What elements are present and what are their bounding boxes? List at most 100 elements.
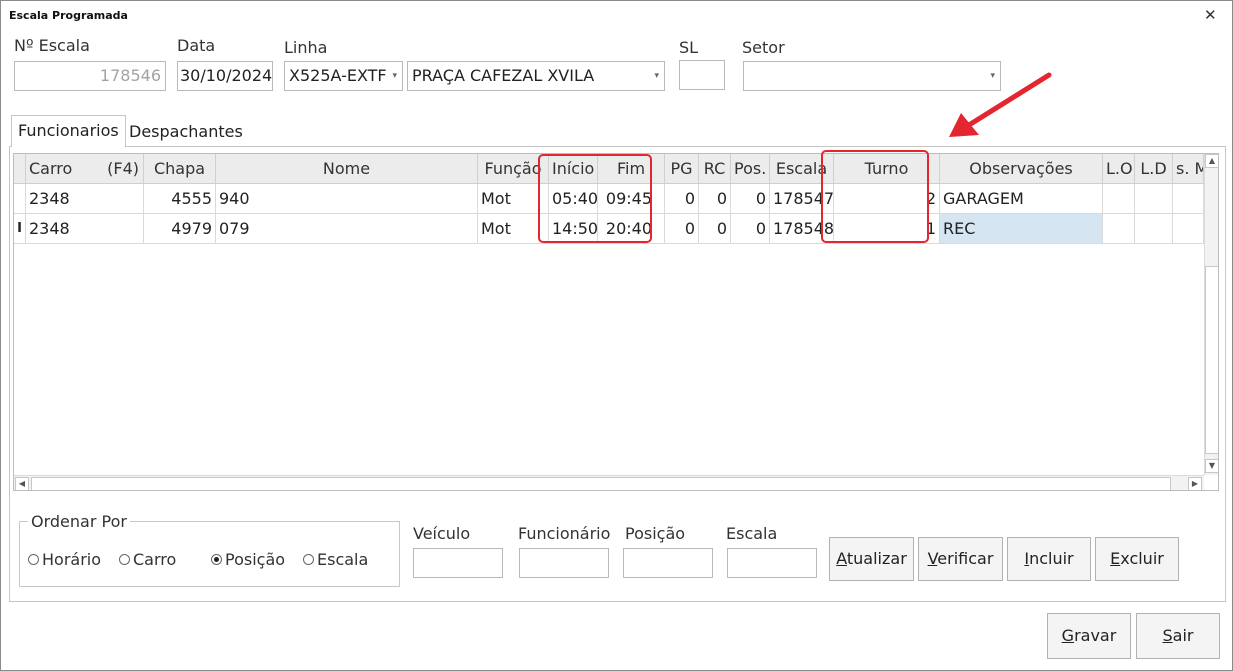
column-header-funcao[interactable]: Função xyxy=(478,154,549,184)
radio-escala[interactable]: Escala xyxy=(303,550,368,569)
cell-pg[interactable]: 0 xyxy=(665,184,699,214)
row-indicator[interactable]: I xyxy=(14,214,26,244)
cell-fim[interactable]: 09:45 xyxy=(598,184,665,214)
row-indicator-header xyxy=(14,154,26,184)
column-header-fim[interactable]: Fim xyxy=(598,154,665,184)
sl-field[interactable] xyxy=(679,60,725,90)
radio-horario[interactable]: Horário xyxy=(28,550,101,569)
scroll-left-icon[interactable]: ◀ xyxy=(15,477,29,490)
atualizar-button[interactable]: Atualizar xyxy=(829,537,914,581)
column-header-nome[interactable]: Nome xyxy=(216,154,478,184)
column-header-pg[interactable]: PG xyxy=(665,154,699,184)
cell-funcao[interactable]: Mot xyxy=(478,214,549,244)
sair-button[interactable]: Sair xyxy=(1136,613,1220,659)
cell-ld[interactable] xyxy=(1135,184,1173,214)
column-header-observacoes[interactable]: Observações xyxy=(940,154,1103,184)
radio-selected-icon xyxy=(211,554,222,565)
cell-fim[interactable]: 20:40 xyxy=(598,214,665,244)
close-icon[interactable]: ✕ xyxy=(1204,6,1217,24)
cell-observacoes[interactable]: REC xyxy=(940,214,1103,244)
tab-funcionarios[interactable]: Funcionarios xyxy=(11,115,126,147)
red-arrow-icon xyxy=(949,72,1052,137)
setor-label: Setor xyxy=(742,38,785,57)
data-label: Data xyxy=(177,36,216,55)
column-header-inicio[interactable]: Início xyxy=(549,154,598,184)
gravar-button[interactable]: Gravar xyxy=(1047,613,1131,659)
column-header-rc[interactable]: RC xyxy=(699,154,731,184)
cell-pos[interactable]: 0 xyxy=(731,214,770,244)
cell-inicio[interactable]: 05:40 xyxy=(549,184,598,214)
cell-inicio[interactable]: 14:50 xyxy=(549,214,598,244)
f4-hint: (F4) xyxy=(107,159,139,178)
excluir-button[interactable]: Excluir xyxy=(1095,537,1179,581)
gravar-label: ravar xyxy=(1074,626,1117,645)
radio-carro-label: Carro xyxy=(133,550,177,569)
horizontal-scroll-thumb[interactable] xyxy=(31,477,1171,490)
window-title: Escala Programada xyxy=(9,9,128,22)
column-header-turno[interactable]: Turno xyxy=(834,154,940,184)
cell-rc[interactable]: 0 xyxy=(699,214,731,244)
chevron-down-icon[interactable]: ▾ xyxy=(654,62,659,90)
nescala-field[interactable]: 178546 xyxy=(14,61,166,91)
horizontal-scrollbar[interactable]: ◀ ▶ xyxy=(14,475,1204,490)
posicao-field[interactable] xyxy=(623,548,713,578)
cell-smo[interactable] xyxy=(1173,214,1204,244)
cell-ld[interactable] xyxy=(1135,214,1173,244)
cell-carro[interactable]: 2348 xyxy=(26,214,144,244)
column-header-smo[interactable]: s. Mo xyxy=(1173,154,1204,184)
chevron-down-icon[interactable]: ▾ xyxy=(392,62,397,90)
incluir-button[interactable]: Incluir xyxy=(1007,537,1091,581)
column-header-escala[interactable]: Escala xyxy=(770,154,834,184)
excluir-label: xcluir xyxy=(1120,549,1164,568)
column-header-ld[interactable]: L.D xyxy=(1135,154,1173,184)
data-field[interactable]: 30/10/2024 xyxy=(177,61,273,91)
radio-circle-icon xyxy=(119,554,130,565)
funcionario-field[interactable] xyxy=(519,548,609,578)
cell-turno[interactable]: 2 xyxy=(834,184,940,214)
cell-turno[interactable]: 1 xyxy=(834,214,940,244)
cell-chapa[interactable]: 4979 xyxy=(144,214,216,244)
veiculo-label: Veículo xyxy=(413,524,471,543)
sl-label: SL xyxy=(679,38,699,57)
funcionario-label: Funcionário xyxy=(518,524,611,543)
column-header-pos[interactable]: Pos. xyxy=(731,154,770,184)
row-indicator[interactable] xyxy=(14,184,26,214)
cell-escala[interactable]: 178548 xyxy=(770,214,834,244)
vertical-scroll-thumb[interactable] xyxy=(1205,266,1218,454)
column-header-carro[interactable]: Carro (F4) xyxy=(26,154,144,184)
scroll-down-icon[interactable]: ▼ xyxy=(1205,459,1218,473)
radio-horario-label: Horário xyxy=(42,550,102,569)
linha-code-combo[interactable]: X525A-EXTF ▾ xyxy=(284,61,403,91)
cell-lo[interactable] xyxy=(1103,184,1135,214)
cell-smo[interactable] xyxy=(1173,184,1204,214)
verificar-button[interactable]: Verificar xyxy=(918,537,1003,581)
scroll-right-icon[interactable]: ▶ xyxy=(1188,477,1202,490)
radio-circle-icon xyxy=(28,554,39,565)
tab-despachantes[interactable]: Despachantes xyxy=(123,117,249,147)
cell-pg[interactable]: 0 xyxy=(665,214,699,244)
vertical-scrollbar[interactable]: ▲ ▼ xyxy=(1204,154,1218,475)
cell-carro[interactable]: 2348 xyxy=(26,184,144,214)
excluir-mnemonic: E xyxy=(1110,549,1121,568)
radio-carro[interactable]: Carro xyxy=(119,550,176,569)
posicao-label: Posição xyxy=(625,524,686,543)
radio-posicao[interactable]: Posição xyxy=(211,550,285,569)
cell-nome[interactable]: 079 xyxy=(216,214,478,244)
cell-lo[interactable] xyxy=(1103,214,1135,244)
column-header-lo[interactable]: L.O xyxy=(1103,154,1135,184)
cell-nome[interactable]: 940 xyxy=(216,184,478,214)
cell-pos[interactable]: 0 xyxy=(731,184,770,214)
sair-mnemonic: S xyxy=(1162,626,1173,645)
cell-chapa[interactable]: 4555 xyxy=(144,184,216,214)
veiculo-field[interactable] xyxy=(413,548,503,578)
column-header-chapa[interactable]: Chapa xyxy=(144,154,216,184)
funcionarios-grid: Carro (F4) Chapa Nome Função Início Fim … xyxy=(13,153,1219,491)
cell-observacoes[interactable]: GARAGEM xyxy=(940,184,1103,214)
linha-name-combo[interactable]: PRAÇA CAFEZAL XVILA ▾ xyxy=(407,61,665,91)
gravar-mnemonic: G xyxy=(1061,626,1075,645)
cell-escala[interactable]: 178547 xyxy=(770,184,834,214)
escala-filter-field[interactable] xyxy=(727,548,817,578)
cell-funcao[interactable]: Mot xyxy=(478,184,549,214)
cell-rc[interactable]: 0 xyxy=(699,184,731,214)
scroll-up-icon[interactable]: ▲ xyxy=(1205,154,1218,168)
